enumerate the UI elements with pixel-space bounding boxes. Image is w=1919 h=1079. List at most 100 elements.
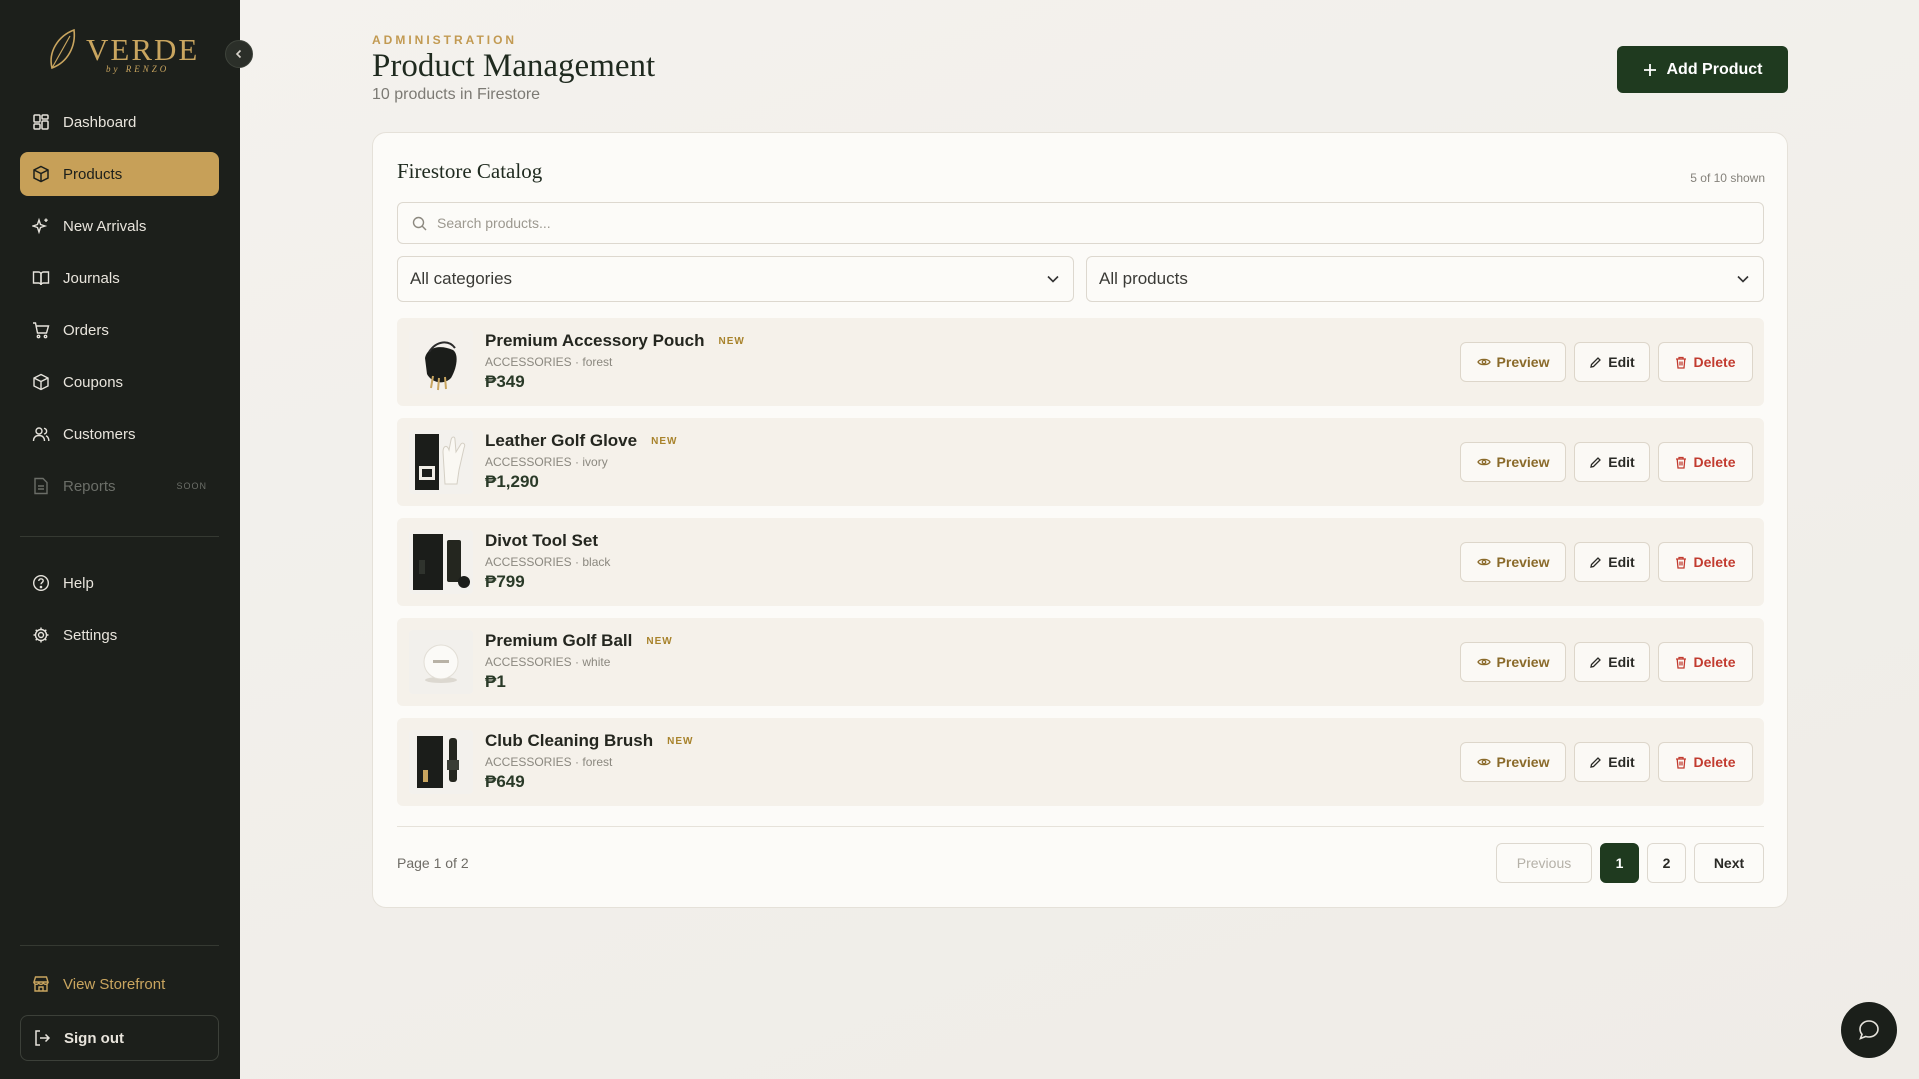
sidebar-item-dashboard[interactable]: Dashboard <box>20 100 219 144</box>
store-icon <box>31 974 51 994</box>
product-row: Divot Tool Set ACCESSORIES · black ₱799 … <box>397 518 1764 606</box>
sidebar-item-help[interactable]: Help <box>20 561 219 605</box>
gear-icon <box>31 625 51 645</box>
divot-tool-image <box>409 530 473 594</box>
preview-button[interactable]: Preview <box>1460 642 1566 682</box>
dashboard-icon <box>31 112 51 132</box>
product-thumbnail <box>409 430 473 494</box>
chat-button[interactable] <box>1841 1002 1897 1058</box>
search-box <box>397 202 1764 244</box>
product-name: Divot Tool Set <box>485 531 599 550</box>
sidebar: VERDE by RENZO Dashboard Products New Ar… <box>0 0 240 1079</box>
delete-button[interactable]: Delete <box>1658 342 1753 382</box>
preview-label: Preview <box>1496 354 1550 370</box>
product-thumbnail <box>409 730 473 794</box>
pouch-image <box>409 330 473 394</box>
sparkles-icon <box>31 216 51 236</box>
sidebar-item-label: Orders <box>63 321 109 339</box>
previous-page-button[interactable]: Previous <box>1496 843 1592 883</box>
sidebar-item-label: Settings <box>63 626 118 644</box>
delete-button[interactable]: Delete <box>1658 642 1753 682</box>
pencil-icon <box>1590 356 1602 368</box>
edit-button[interactable]: Edit <box>1574 342 1650 382</box>
delete-label: Delete <box>1693 754 1736 770</box>
product-row: Premium Accessory Pouch NEW ACCESSORIES ·… <box>397 318 1764 406</box>
edit-label: Edit <box>1608 654 1635 670</box>
sidebar-item-label: Journals <box>63 269 120 287</box>
product-filter-select[interactable]: All products <box>1086 256 1764 302</box>
sidebar-item-label: Customers <box>63 425 136 443</box>
brand-subtitle: by RENZO <box>106 64 170 74</box>
product-price: ₱649 <box>485 772 525 791</box>
glove-image <box>409 430 473 494</box>
product-thumbnail <box>409 630 473 694</box>
chat-icon <box>1859 1020 1879 1040</box>
sidebar-item-label: Dashboard <box>63 113 137 131</box>
brand-logo[interactable]: VERDE by RENZO <box>44 26 197 78</box>
page-2-button[interactable]: 2 <box>1647 843 1686 883</box>
sidebar-item-label: Reports <box>63 477 116 495</box>
pencil-icon <box>1590 456 1602 468</box>
view-storefront-link[interactable]: View Storefront <box>20 962 219 1006</box>
eye-icon <box>1476 358 1491 366</box>
sidebar-item-orders[interactable]: Orders <box>20 308 219 352</box>
preview-label: Preview <box>1496 454 1550 470</box>
edit-button[interactable]: Edit <box>1574 542 1650 582</box>
preview-label: Preview <box>1496 654 1550 670</box>
sidebar-item-new-arrivals[interactable]: New Arrivals <box>20 204 219 248</box>
sidebar-item-customers[interactable]: Customers <box>20 412 219 456</box>
delete-button[interactable]: Delete <box>1658 442 1753 482</box>
pencil-icon <box>1590 556 1602 568</box>
delete-label: Delete <box>1693 654 1736 670</box>
category-filter-value: All categories <box>410 269 513 288</box>
delete-button[interactable]: Delete <box>1658 542 1753 582</box>
product-meta: ACCESSORIES · forest <box>485 755 613 769</box>
trash-icon <box>1676 556 1687 569</box>
page-subtitle: 10 products in Firestore <box>372 86 541 103</box>
product-thumbnail <box>409 330 473 394</box>
sidebar-item-products[interactable]: Products <box>20 152 219 196</box>
product-name: Club Cleaning Brush NEW <box>485 731 694 750</box>
edit-button[interactable]: Edit <box>1574 642 1650 682</box>
product-meta: ACCESSORIES · white <box>485 655 611 669</box>
search-input[interactable] <box>437 215 1737 231</box>
edit-button[interactable]: Edit <box>1574 742 1650 782</box>
category-filter-select[interactable]: All categories <box>397 256 1074 302</box>
edit-label: Edit <box>1608 354 1635 370</box>
leaf-logo-icon <box>50 28 76 70</box>
add-product-button[interactable]: Add Product <box>1617 46 1788 93</box>
catalog-card: Firestore Catalog 5 of 10 shown All cate… <box>372 132 1788 908</box>
shown-count: 5 of 10 shown <box>1690 171 1765 185</box>
sidebar-item-coupons[interactable]: Coupons <box>20 360 219 404</box>
edit-label: Edit <box>1608 754 1635 770</box>
product-name: Leather Golf Glove NEW <box>485 431 678 450</box>
eye-icon <box>1476 558 1491 566</box>
product-row: Leather Golf Glove NEW ACCESSORIES · ivor… <box>397 418 1764 506</box>
chevron-down-icon <box>1047 275 1059 283</box>
sidebar-divider <box>20 536 219 537</box>
sidebar-item-label: Help <box>63 574 94 592</box>
brush-image <box>409 730 473 794</box>
sidebar-divider <box>20 945 219 946</box>
users-icon <box>31 424 51 444</box>
sidebar-item-settings[interactable]: Settings <box>20 613 219 657</box>
delete-button[interactable]: Delete <box>1658 742 1753 782</box>
sidebar-item-journals[interactable]: Journals <box>20 256 219 300</box>
view-storefront-label: View Storefront <box>63 975 166 993</box>
preview-button[interactable]: Preview <box>1460 442 1566 482</box>
edit-button[interactable]: Edit <box>1574 442 1650 482</box>
product-price: ₱1,290 <box>485 472 539 491</box>
preview-button[interactable]: Preview <box>1460 742 1566 782</box>
preview-button[interactable]: Preview <box>1460 542 1566 582</box>
golf-ball-image <box>409 630 473 694</box>
help-icon <box>31 573 51 593</box>
preview-button[interactable]: Preview <box>1460 342 1566 382</box>
sign-out-button[interactable]: Sign out <box>20 1015 219 1061</box>
next-page-button[interactable]: Next <box>1694 843 1764 883</box>
pencil-icon <box>1590 656 1602 668</box>
trash-icon <box>1676 756 1687 769</box>
new-badge: NEW <box>667 736 694 747</box>
delete-label: Delete <box>1693 454 1736 470</box>
collapse-sidebar-button[interactable] <box>225 40 253 68</box>
page-1-button[interactable]: 1 <box>1600 843 1639 883</box>
